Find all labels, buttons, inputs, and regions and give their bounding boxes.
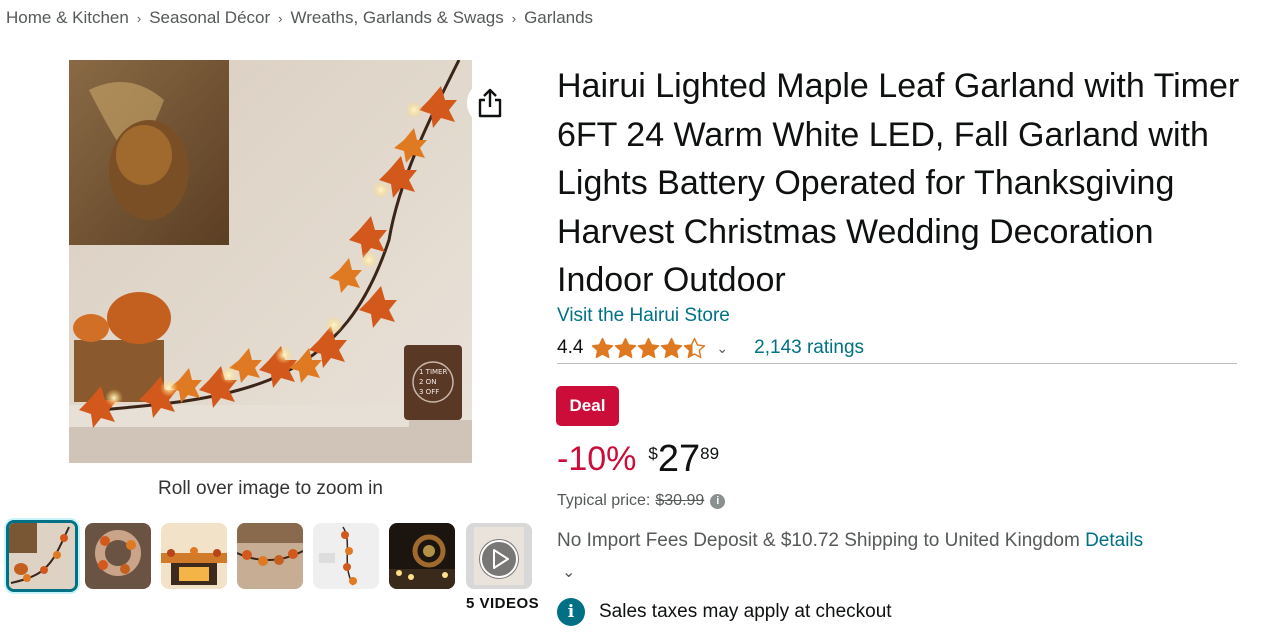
- price-block: -10% $ 27 89: [557, 436, 719, 486]
- breadcrumb-separator: ›: [278, 11, 283, 26]
- thumbnail-5[interactable]: [313, 523, 379, 589]
- star-icon: [615, 337, 637, 359]
- videos-count-label[interactable]: 5 VIDEOS: [466, 595, 539, 612]
- ratings-count-link[interactable]: 2,143 ratings: [754, 337, 864, 359]
- breadcrumb-separator: ›: [511, 11, 517, 26]
- shipping-info: No Import Fees Deposit & $10.72 Shipping…: [557, 530, 1143, 552]
- thumbnail-video[interactable]: [466, 523, 532, 589]
- thumbnail-image: [9, 523, 75, 589]
- breadcrumb-home-kitchen[interactable]: Home & Kitchen: [6, 8, 129, 27]
- thumbnail-image: [313, 523, 379, 589]
- thumbnail-4[interactable]: [237, 523, 303, 589]
- divider: [557, 363, 1237, 364]
- thumbnail-image: [237, 523, 303, 589]
- thumbnail-1[interactable]: [6, 520, 78, 592]
- share-icon: [478, 88, 502, 118]
- shipping-chevron-down-icon[interactable]: ⌄: [562, 562, 575, 582]
- tax-notice: i Sales taxes may apply at checkout: [557, 598, 892, 626]
- typical-price-label: Typical price:: [557, 492, 651, 509]
- timer-label-2: 2 ON: [419, 378, 436, 386]
- star-icon: [661, 337, 683, 359]
- play-icon: [480, 540, 518, 578]
- typical-price-value: $30.99: [655, 492, 705, 509]
- typical-price: Typical price: $30.99 i: [557, 492, 726, 510]
- star-rating[interactable]: [591, 337, 706, 359]
- breadcrumb-separator: ›: [136, 11, 142, 26]
- star-icon: [684, 337, 706, 359]
- star-icon: [592, 337, 614, 359]
- share-button[interactable]: [467, 80, 513, 126]
- thumbnail-image: [389, 523, 455, 589]
- breadcrumb: Home & Kitchen › Seasonal Décor › Wreaths, G…: [6, 8, 593, 28]
- thumbnail-image: [161, 523, 227, 589]
- garland-photo: 1 TIMER 2 ON 3 OFF: [69, 60, 472, 463]
- timer-label-1: 1 TIMER: [419, 368, 447, 376]
- zoom-hint: Roll over image to zoom in: [158, 478, 383, 499]
- rating-value: 4.4: [557, 337, 584, 358]
- info-icon: i: [557, 598, 585, 626]
- price-whole: 27: [657, 438, 701, 480]
- thumbnail-2[interactable]: [85, 523, 151, 589]
- price-currency: $: [648, 444, 658, 463]
- product-title: Hairui Lighted Maple Leaf Garland with T…: [557, 67, 1240, 299]
- shipping-details-link[interactable]: Details: [1085, 530, 1143, 551]
- discount-percent: -10%: [557, 440, 637, 478]
- thumbnail-6[interactable]: [389, 523, 455, 589]
- rating-chevron-down-icon[interactable]: ⌄: [716, 340, 728, 357]
- timer-label-3: 3 OFF: [419, 388, 439, 396]
- price-fraction: 89: [700, 444, 720, 463]
- main-product-image[interactable]: 1 TIMER 2 ON 3 OFF: [69, 60, 472, 463]
- shipping-text: No Import Fees Deposit & $10.72 Shipping…: [557, 530, 1080, 551]
- breadcrumb-seasonal-decor[interactable]: Seasonal Décor: [149, 8, 270, 27]
- rating-row: 4.4 ⌄ 2,143 ratings: [557, 335, 864, 361]
- breadcrumb-wreaths-garlands[interactable]: Wreaths, Garlands & Swags: [291, 8, 504, 27]
- info-icon[interactable]: i: [710, 493, 726, 509]
- thumbnail-3[interactable]: [161, 523, 227, 589]
- thumbnail-image: [85, 523, 151, 589]
- breadcrumb-garlands[interactable]: Garlands: [524, 8, 593, 27]
- star-icon: [638, 337, 660, 359]
- tax-text: Sales taxes may apply at checkout: [599, 601, 892, 622]
- deal-badge: Deal: [556, 386, 619, 426]
- visit-store-link[interactable]: Visit the Hairui Store: [557, 305, 730, 327]
